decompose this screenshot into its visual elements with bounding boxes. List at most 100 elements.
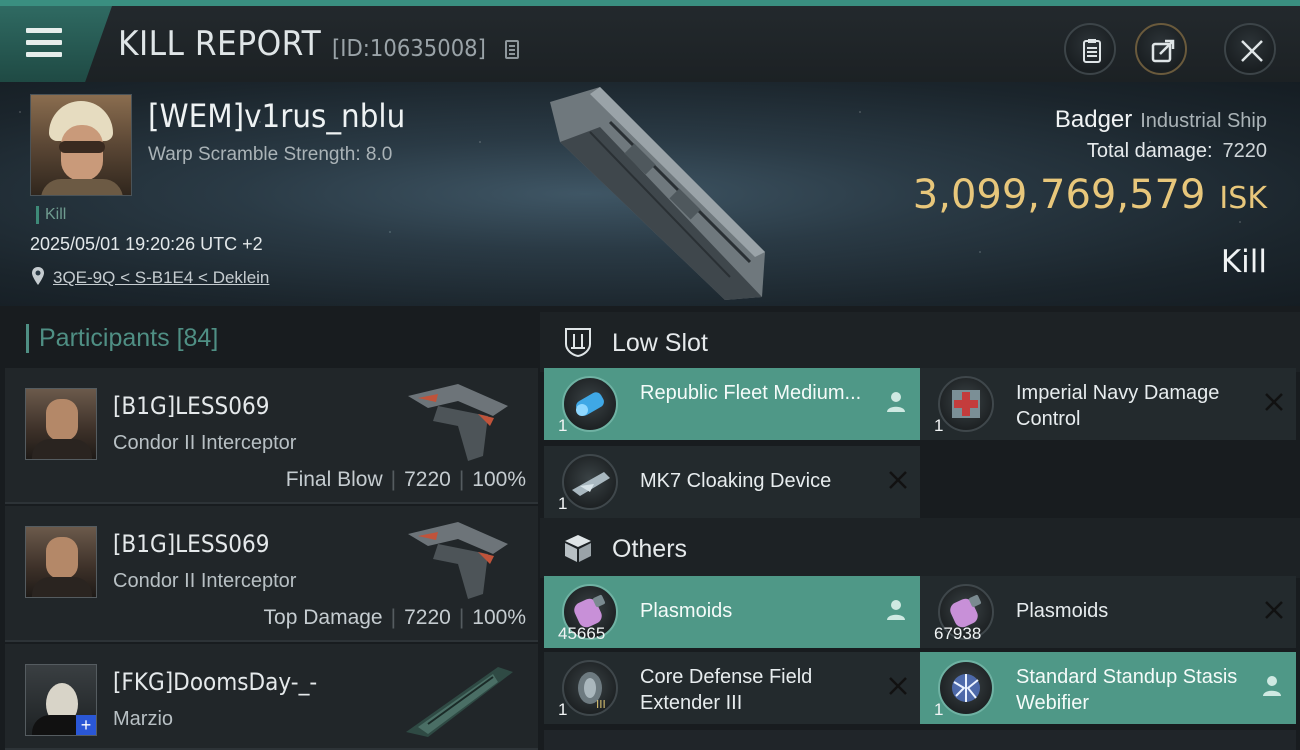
participant-card[interactable]: [B1G]LESS069 Condor II Interceptor Final…: [5, 368, 538, 504]
others-label: Others: [612, 535, 688, 563]
share-button[interactable]: [1135, 23, 1187, 75]
close-icon: [1241, 40, 1263, 62]
location-pin-icon: [32, 267, 44, 285]
fitting-panel: Low Slot 1 Republic Fleet Medium... 1 Im…: [540, 306, 1300, 750]
others-header: Others: [540, 518, 1300, 578]
participants-header: Participants [84]: [26, 324, 218, 353]
total-damage-label: Total damage:: [1086, 140, 1213, 162]
victim-ship: Badger Industrial Ship: [1055, 106, 1267, 134]
item-name: Standard Standup Stasis Webifier: [1016, 666, 1238, 714]
item-quantity: 1: [934, 700, 944, 719]
participant-card[interactable]: + [FKG]DoomsDay-_- Marzio: [5, 644, 538, 750]
ship-name[interactable]: Badger: [1055, 106, 1132, 133]
copy-icon[interactable]: [505, 40, 519, 59]
isk-value: 3,099,769,579 ISK: [913, 172, 1267, 218]
total-damage: Total damage: 7220: [1087, 140, 1267, 163]
item-quantity: 45665: [558, 624, 606, 643]
participant-ship-image: [408, 522, 508, 599]
low-slot-label: Low Slot: [612, 329, 708, 357]
top-bar: KILL REPORT [ID:10635008]: [0, 0, 1300, 82]
cargo-item-partial[interactable]: [544, 730, 920, 750]
total-damage-value: 7220: [1222, 140, 1268, 162]
participant-avatar[interactable]: [25, 388, 97, 460]
cube-icon: [565, 535, 591, 562]
armor-plate-icon: [562, 376, 618, 432]
plus-badge-icon: +: [76, 715, 96, 735]
share-icon: [1151, 39, 1175, 63]
low-slot-icon: [565, 328, 591, 358]
participant-percent: 100%: [472, 606, 526, 629]
participant-name: [B1G]LESS069: [113, 392, 270, 420]
victim-name[interactable]: [WEM]v1rus_nblu: [148, 97, 405, 135]
kill-datetime: 2025/05/01 19:20:26 UTC +2: [30, 234, 263, 254]
result-label: Kill: [1220, 244, 1267, 280]
item-name: MK7 Cloaking Device: [640, 470, 832, 492]
item-quantity: 67938: [934, 624, 982, 643]
item-name: Republic Fleet Medium...: [640, 382, 862, 404]
close-button[interactable]: [1224, 23, 1276, 75]
isk-unit: ISK: [1219, 181, 1267, 216]
participants-count: [84]: [176, 324, 219, 352]
isk-amount: 3,099,769,579: [912, 172, 1206, 218]
clipboard-icon: [1083, 39, 1101, 63]
item-name: Plasmoids: [1016, 600, 1109, 622]
participant-ship: Condor II Interceptor: [113, 570, 297, 592]
kill-location-link[interactable]: 3QE-9Q < S-B1E4 < Deklein: [53, 268, 269, 288]
kill-tag: Kill: [36, 206, 66, 224]
svg-text:III: III: [596, 698, 606, 711]
participant-percent: 100%: [472, 468, 526, 491]
item-quantity: 1: [558, 416, 568, 435]
participant-role: Final Blow: [285, 468, 383, 491]
shield-extender-icon: III: [562, 660, 618, 716]
participant-card[interactable]: [B1G]LESS069 Condor II Interceptor Top D…: [5, 506, 538, 642]
item-name: Plasmoids: [640, 600, 733, 622]
ship-class: Industrial Ship: [1140, 110, 1267, 132]
cargo-item[interactable]: III 1 Core Defense Field Extender III: [544, 652, 920, 724]
dropped-user-icon: [1263, 676, 1281, 696]
participant-ship: Condor II Interceptor: [113, 432, 297, 454]
destroyed-x-icon: [889, 471, 907, 489]
destroyed-x-icon: [889, 677, 907, 695]
participant-name: [B1G]LESS069: [113, 530, 270, 558]
notes-button[interactable]: [1064, 23, 1116, 75]
victim-avatar[interactable]: [30, 94, 132, 196]
participant-name: [FKG]DoomsDay-_-: [113, 668, 318, 696]
item-name: Core Defense Field Extender III: [640, 666, 813, 714]
cloak-icon: [562, 454, 618, 510]
participant-avatar[interactable]: [25, 526, 97, 598]
warp-scramble-strength: Warp Scramble Strength: 8.0: [148, 144, 393, 165]
cargo-item-partial[interactable]: [920, 730, 1296, 750]
participant-damage: 7220: [404, 468, 451, 491]
hamburger-icon: [26, 28, 62, 58]
module-item[interactable]: 1 MK7 Cloaking Device: [544, 446, 920, 518]
participant-damage: 7220: [404, 606, 451, 629]
item-quantity: 1: [558, 494, 568, 513]
participant-ship-image: [408, 384, 508, 461]
participant-ship-image: [406, 667, 513, 737]
dropped-user-icon: [887, 392, 905, 412]
menu-button[interactable]: [0, 6, 112, 82]
dropped-user-icon: [887, 600, 905, 620]
cargo-item[interactable]: 1 Standard Standup Stasis Webifier: [920, 652, 1296, 724]
participants-panel: Participants [84] [B1G]LESS069 Condor II…: [0, 306, 540, 750]
destroyed-x-icon: [1265, 393, 1283, 411]
participants-label: Participants: [39, 324, 170, 352]
damage-control-icon: [938, 376, 994, 432]
module-item[interactable]: 1 Republic Fleet Medium...: [544, 368, 920, 440]
cargo-item[interactable]: 45665 Plasmoids: [544, 576, 920, 648]
destroyed-x-icon: [1265, 601, 1283, 619]
report-id: [ID:10635008]: [332, 36, 486, 62]
webifier-icon: [938, 660, 994, 716]
participant-ship: Marzio: [113, 708, 174, 730]
item-quantity: 1: [934, 416, 944, 435]
participant-stats: Final Blow | 7220 | 100%: [285, 468, 526, 491]
item-name: Imperial Navy Damage Control: [1016, 382, 1220, 430]
participant-stats: Top Damage | 7220 | 100%: [263, 606, 526, 629]
page-title: KILL REPORT: [118, 24, 322, 64]
victim-banner: [WEM]v1rus_nblu Warp Scramble Strength: …: [0, 82, 1300, 306]
low-slot-header: Low Slot: [540, 312, 1300, 372]
participant-avatar[interactable]: +: [25, 664, 97, 736]
item-quantity: 1: [558, 700, 568, 719]
module-item[interactable]: 1 Imperial Navy Damage Control: [920, 368, 1296, 440]
cargo-item[interactable]: 67938 Plasmoids: [920, 576, 1296, 648]
